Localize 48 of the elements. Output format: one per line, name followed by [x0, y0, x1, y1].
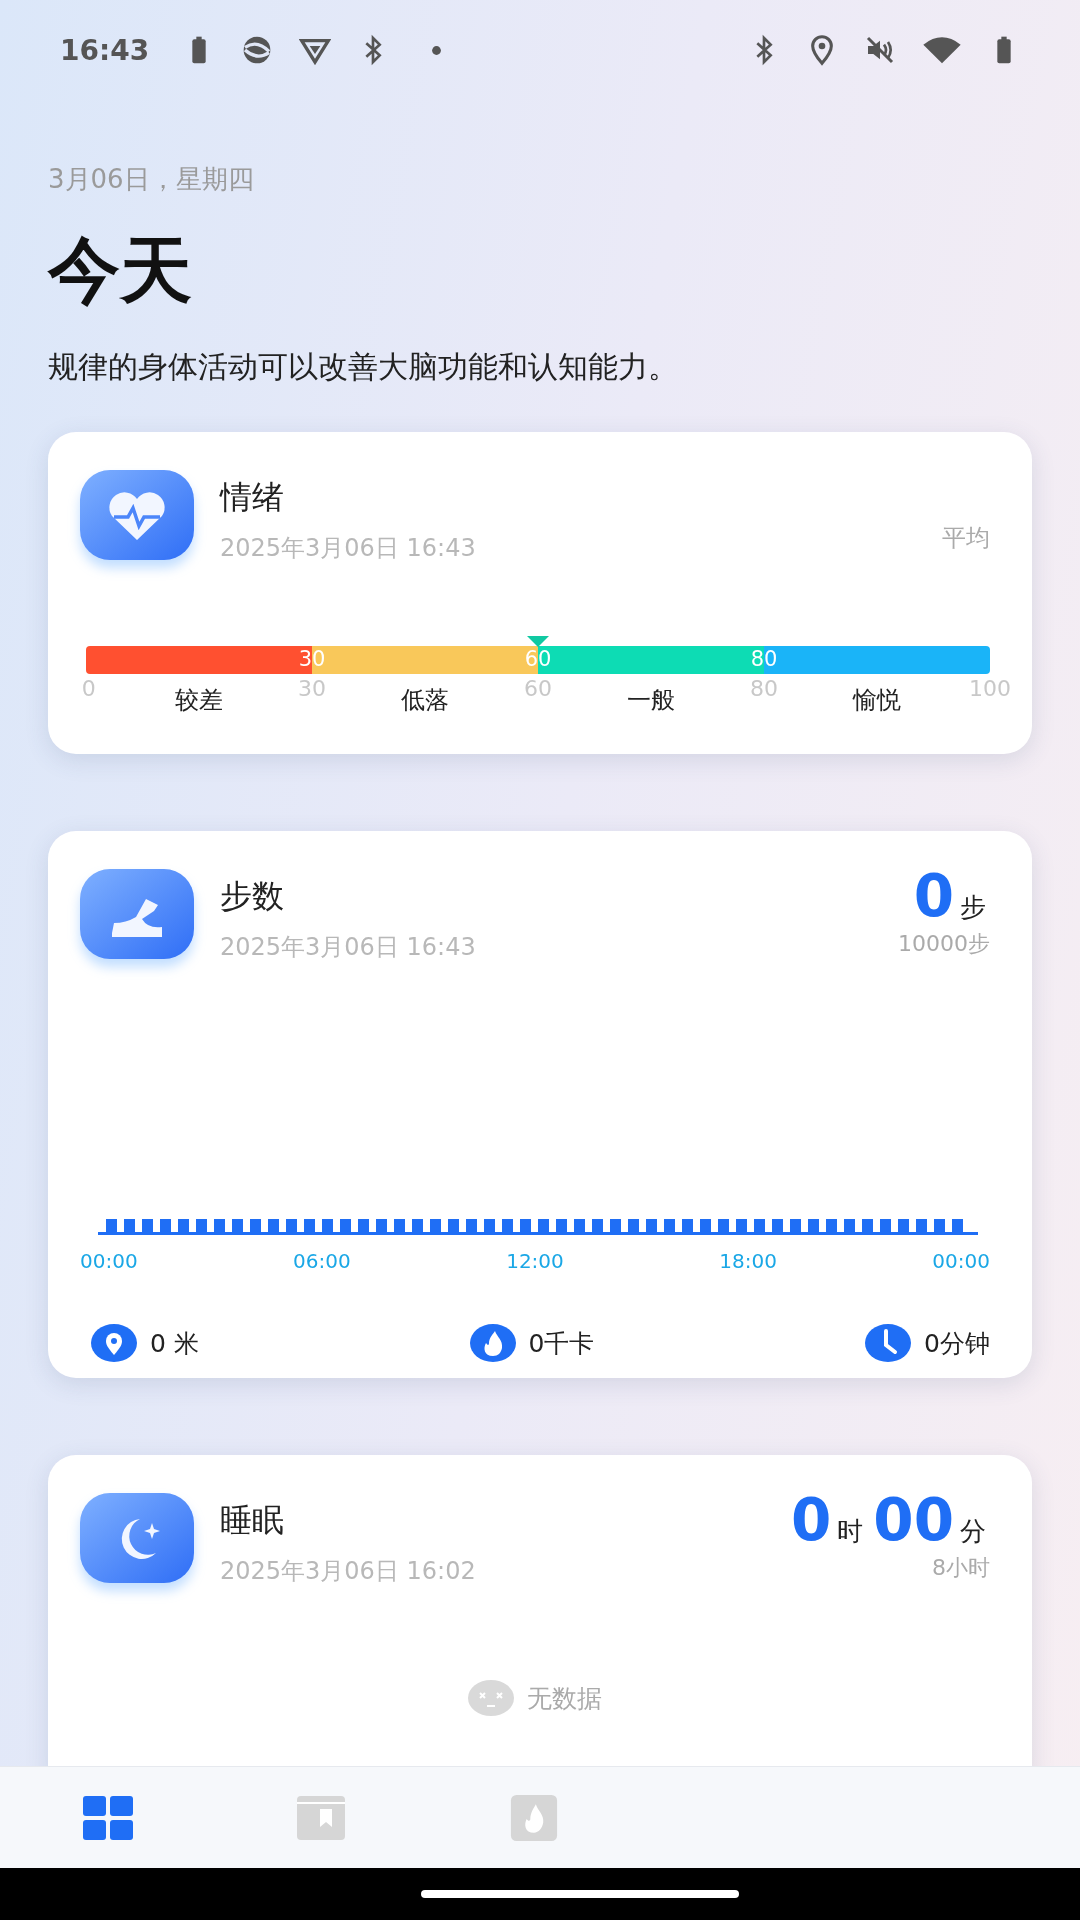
book-icon — [296, 1793, 348, 1842]
axis-label: 12:00 — [506, 1249, 564, 1273]
stat-value: 0千卡 — [528, 1327, 595, 1360]
steps-unit: 步 — [960, 891, 986, 924]
mute-icon — [864, 34, 896, 66]
axis-label: 00:00 — [80, 1249, 138, 1273]
wifi-icon — [922, 34, 962, 66]
steps-value: 0 — [913, 867, 954, 925]
segment-value: 30 — [298, 647, 326, 671]
flame-icon — [468, 1323, 517, 1363]
page-title: 今天 — [48, 227, 193, 314]
clock-icon — [864, 1323, 913, 1363]
mood-category: 一般 — [627, 685, 675, 716]
segment-value: 60 — [524, 647, 552, 671]
mood-category: 较差 — [175, 685, 223, 716]
axis-label: 18:00 — [719, 1249, 777, 1273]
steps-card[interactable]: 步数 2025年3月06日 16:43 0 步 10000步 00:00 06:00 12:00 18:00 00:00 0 米 0千卡 0分钟 — [48, 831, 1032, 1378]
sleep-hours: 0 — [790, 1491, 832, 1549]
tip-text: 规律的身体活动可以改善大脑功能和认知能力。 — [48, 348, 679, 386]
flame-icon — [508, 1793, 560, 1842]
sleep-card[interactable]: 睡眠 2025年3月06日 16:02 0 时 00 分 8小时 无数据 — [48, 1455, 1032, 1766]
stat-value: 0分钟 — [924, 1327, 990, 1360]
mood-category: 低落 — [401, 685, 449, 716]
stat-value: 0 米 — [150, 1327, 199, 1360]
card-timestamp: 2025年3月06日 16:02 — [220, 1556, 477, 1587]
mood-category: 愉悦 — [853, 685, 901, 716]
sleep-minutes: 00 — [873, 1491, 954, 1549]
segment-value: 80 — [750, 647, 778, 671]
hours-unit: 时 — [837, 1515, 864, 1548]
empty-text: 无数据 — [526, 1682, 602, 1715]
card-timestamp: 2025年3月06日 16:43 — [220, 533, 477, 564]
sad-face-icon — [466, 1679, 515, 1717]
steps-goal: 10000步 — [898, 930, 990, 958]
dot-icon — [431, 44, 443, 56]
card-title: 情绪 — [220, 477, 285, 518]
mood-summary: 平均 — [942, 523, 990, 554]
card-timestamp: 2025年3月06日 16:43 — [220, 932, 477, 963]
card-title: 步数 — [220, 876, 285, 917]
home-indicator[interactable] — [421, 1890, 739, 1898]
axis-label: 06:00 — [293, 1249, 351, 1273]
card-title: 睡眠 — [220, 1500, 285, 1541]
sleep-goal: 8小时 — [931, 1554, 990, 1582]
grid-icon — [82, 1793, 134, 1842]
location-icon — [90, 1323, 138, 1363]
date-text: 3月06日，星期四 — [48, 163, 255, 196]
minutes-unit: 分 — [960, 1515, 986, 1548]
axis-label: 00:00 — [932, 1249, 990, 1273]
status-time: 16:43 — [60, 33, 150, 67]
